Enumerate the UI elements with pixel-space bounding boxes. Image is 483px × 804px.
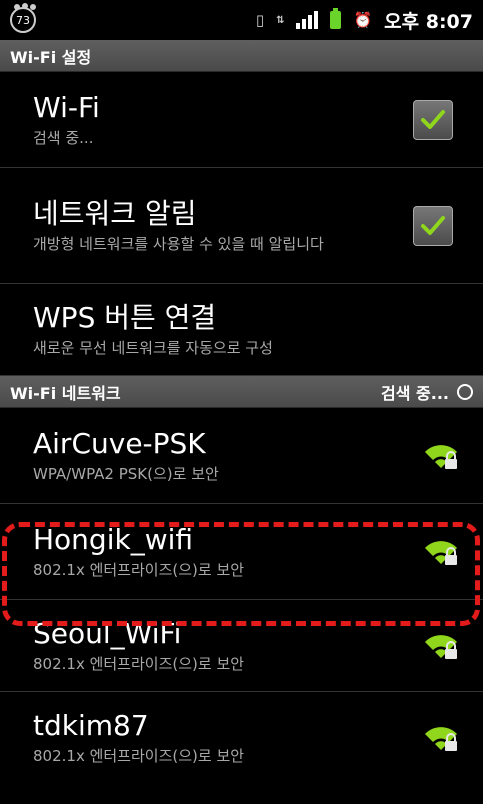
- wps-title: WPS 버튼 연결: [33, 300, 217, 334]
- spinner-icon: [457, 383, 473, 400]
- network-ssid: Seoul_WiFi: [33, 616, 182, 650]
- battery-icon: [330, 8, 342, 29]
- wifi-status: 검색 중...: [33, 128, 94, 147]
- network-notification-title: 네트워크 알림: [33, 196, 197, 230]
- paw-icon: 73: [10, 4, 36, 33]
- wps-desc: 새로운 무선 네트워크를 자동으로 구성: [33, 338, 273, 357]
- network-ssid: tdkim87: [33, 709, 149, 743]
- data-icon: ⇅: [276, 14, 285, 26]
- wifi-checkbox[interactable]: [413, 99, 453, 140]
- wifi-lock-icon: [425, 444, 457, 469]
- wifi-lock-icon: [425, 727, 457, 751]
- wifi-networks-header: Wi-Fi 네트워크 검색 중...: [0, 376, 483, 408]
- wps-button-row[interactable]: WPS 버튼 연결 새로운 무선 네트워크를 자동으로 구성: [0, 284, 483, 376]
- wifi-lock-icon: [425, 634, 457, 659]
- network-security: 802.1x 엔터프라이즈(으)로 보안: [33, 560, 245, 579]
- network-item[interactable]: Hongik_wifi 802.1x 엔터프라이즈(으)로 보안: [0, 504, 483, 600]
- badge-number: 73: [16, 13, 30, 27]
- network-security: 802.1x 엔터프라이즈(으)로 보안: [33, 654, 245, 673]
- network-notification-row[interactable]: 네트워크 알림 개방형 네트워크를 사용할 수 있을 때 알립니다: [0, 168, 483, 284]
- network-item[interactable]: tdkim87 802.1x 엔터프라이즈(으)로 보안: [0, 692, 483, 784]
- wifi-toggle-row[interactable]: Wi-Fi 검색 중...: [0, 72, 483, 168]
- check-icon: [421, 215, 445, 235]
- wifi-title: Wi-Fi: [33, 90, 100, 124]
- wifi-settings-header: Wi-Fi 설정: [0, 40, 483, 72]
- wifi-lock-icon: [425, 540, 457, 565]
- status-bar: 73 ▯ ⇅ ⏰ 오후 8:07: [0, 0, 483, 40]
- check-icon: [421, 109, 445, 129]
- alarm-icon: ⏰: [353, 11, 373, 29]
- screen-icon: ▯: [255, 11, 265, 29]
- signal-icon: [296, 11, 319, 29]
- network-notification-desc: 개방형 네트워크를 사용할 수 있을 때 알립니다: [33, 234, 324, 253]
- section-title: Wi-Fi 설정: [10, 47, 92, 67]
- network-security: 802.1x 엔터프라이즈(으)로 보안: [33, 747, 245, 766]
- network-ssid: AirCuve-PSK: [33, 426, 206, 460]
- network-item[interactable]: Seoul_WiFi 802.1x 엔터프라이즈(으)로 보안: [0, 600, 483, 692]
- clock: 오후 8:07: [384, 10, 473, 33]
- network-security: WPA/WPA2 PSK(으)로 보안: [33, 464, 219, 483]
- network-item[interactable]: AirCuve-PSK WPA/WPA2 PSK(으)로 보안: [0, 408, 483, 504]
- network-notification-checkbox[interactable]: [413, 205, 453, 246]
- network-ssid: Hongik_wifi: [33, 522, 194, 556]
- scanning-status: 검색 중...: [381, 383, 449, 403]
- section-title: Wi-Fi 네트워크: [10, 383, 121, 403]
